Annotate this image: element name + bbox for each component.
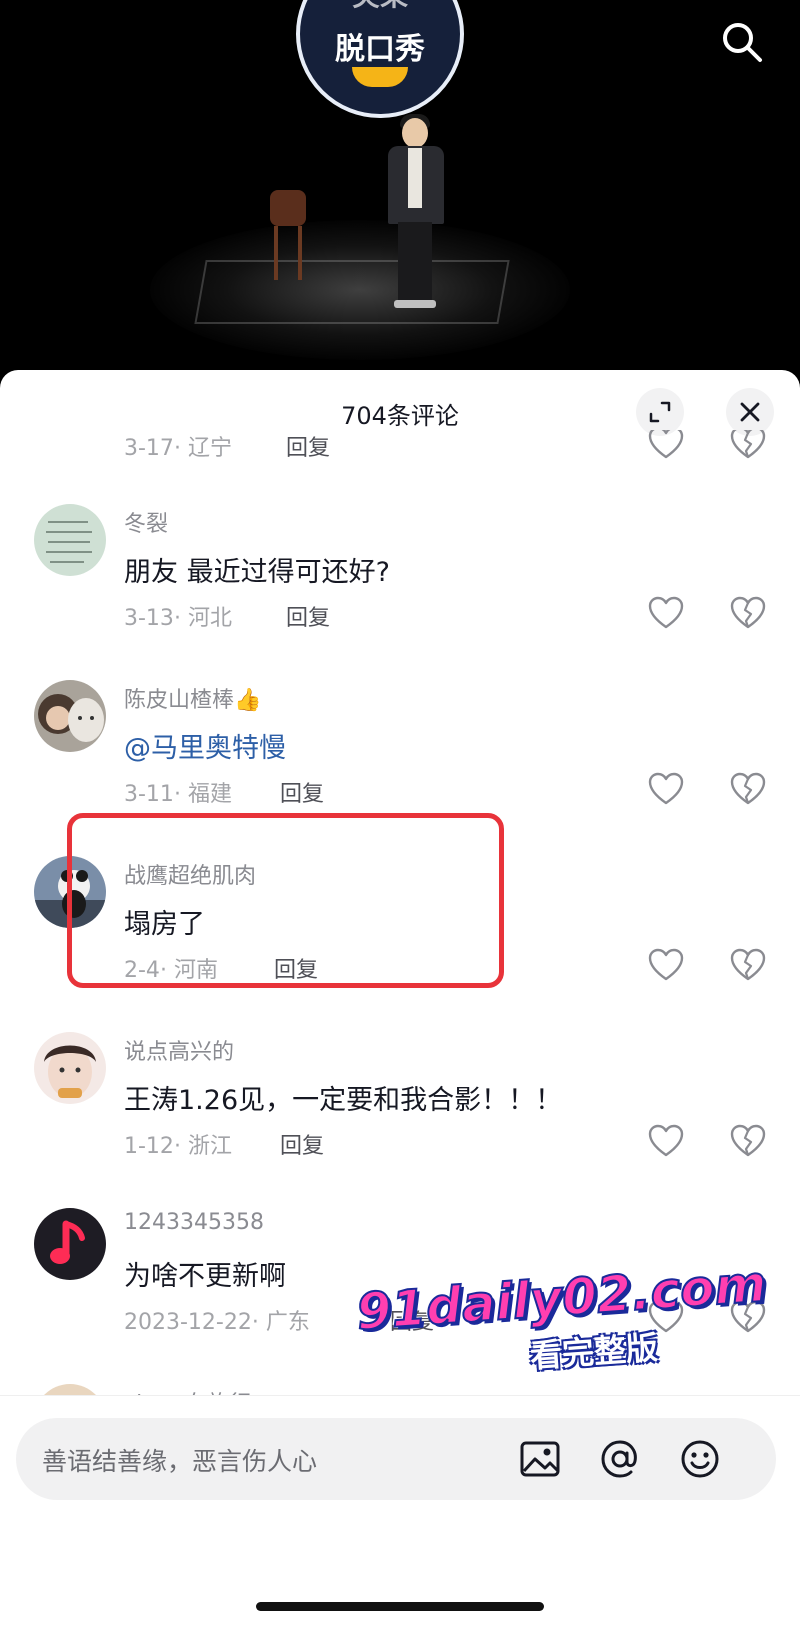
image-icon[interactable]: [518, 1437, 562, 1481]
comment-username[interactable]: 1243345358: [124, 1210, 264, 1235]
show-logo: 笑果 脱口秀: [296, 0, 464, 118]
emoji-icon[interactable]: [678, 1437, 722, 1481]
comment-meta: 3-17· 辽宁: [124, 436, 232, 461]
performer: [386, 114, 446, 318]
comment-meta: 1-12· 浙江: [124, 1134, 232, 1159]
reply-button[interactable]: 回复: [286, 600, 330, 632]
heart-icon[interactable]: [648, 948, 684, 982]
reply-button[interactable]: 回复: [280, 1128, 324, 1160]
reply-button[interactable]: 回复: [286, 430, 330, 462]
comment-location: 福建: [187, 782, 232, 807]
comment-username[interactable]: 陈皮山楂棒👍: [124, 682, 261, 714]
avatar[interactable]: [34, 1208, 106, 1280]
comment-item: 3-17· 辽宁 回复: [0, 430, 800, 510]
broken-heart-icon[interactable]: [730, 1124, 766, 1158]
expand-icon: [649, 401, 671, 423]
comment-username[interactable]: 冬裂: [124, 506, 168, 538]
comment-item: 冬裂 朋友 最近过得可还好? 3-13· 河北 回复: [0, 504, 800, 680]
comment-date: 2023-12-22: [124, 1310, 252, 1335]
comment-date: 3-11: [124, 782, 174, 807]
comment-location: 浙江: [187, 1134, 232, 1159]
comment-username[interactable]: 说点高兴的: [124, 1034, 234, 1066]
comment-date: 3-17: [124, 436, 174, 461]
comment-date: 3-13: [124, 606, 174, 631]
comment-input[interactable]: 善语结善缘，恶言伤人心: [16, 1418, 776, 1500]
heart-icon[interactable]: [648, 772, 684, 806]
expand-button[interactable]: [636, 388, 684, 436]
avatar[interactable]: [34, 504, 106, 576]
comment-item: 说点高兴的 王涛1.26见，一定要和我合影！！！ 1-12· 浙江 回复: [0, 1032, 800, 1208]
comment-location: 辽宁: [187, 436, 232, 461]
search-icon[interactable]: [720, 20, 764, 64]
highlight-box: [67, 813, 504, 988]
stage-chair: [270, 190, 306, 280]
broken-heart-icon[interactable]: [730, 772, 766, 806]
comment-sheet: 704条评论 3-17· 辽宁 回复 冬裂 朋友 最近过得可还好? 3-13· …: [0, 370, 800, 1635]
comment-text: 王涛1.26见，一定要和我合影！！！: [124, 1085, 563, 1116]
comment-input-bar: 善语结善缘，恶言伤人心: [0, 1395, 800, 1635]
at-mention-icon[interactable]: [598, 1437, 642, 1481]
comment-location: 河北: [187, 606, 232, 631]
username-text: 陈皮山楂棒: [124, 688, 235, 713]
heart-icon[interactable]: [648, 430, 684, 460]
comment-text: 为啥不更新啊: [124, 1261, 286, 1292]
home-indicator[interactable]: [256, 1602, 544, 1611]
heart-icon[interactable]: [648, 596, 684, 630]
reply-button[interactable]: 回复: [280, 776, 324, 808]
comment-date: 1-12: [124, 1134, 174, 1159]
thumbs-up-icon: 👍: [234, 688, 262, 713]
close-button[interactable]: [726, 388, 774, 436]
comment-input-placeholder: 善语结善缘，恶言伤人心: [42, 1447, 318, 1476]
video-player[interactable]: 笑果 脱口秀: [0, 0, 800, 380]
comment-text: 朋友 最近过得可还好?: [124, 557, 390, 588]
heart-icon[interactable]: [648, 1124, 684, 1158]
comment-meta: 3-11· 福建: [124, 782, 232, 807]
avatar[interactable]: [34, 680, 106, 752]
avatar[interactable]: [34, 1032, 106, 1104]
logo-text: 脱口秀: [335, 32, 425, 67]
comment-location: 广东: [265, 1310, 310, 1335]
logo-top-text: 笑果: [300, 0, 460, 14]
stage-floor: [194, 260, 510, 324]
logo-smile: [352, 67, 408, 87]
watermark-subtitle: 看完整版: [528, 1328, 660, 1376]
mention-link[interactable]: @马里奥特慢: [124, 726, 286, 765]
broken-heart-icon[interactable]: [730, 596, 766, 630]
close-icon: [740, 402, 760, 422]
broken-heart-icon[interactable]: [730, 430, 766, 460]
comment-meta: 3-13· 河北: [124, 606, 232, 631]
broken-heart-icon[interactable]: [730, 948, 766, 982]
comment-meta: 2023-12-22· 广东: [124, 1310, 310, 1335]
